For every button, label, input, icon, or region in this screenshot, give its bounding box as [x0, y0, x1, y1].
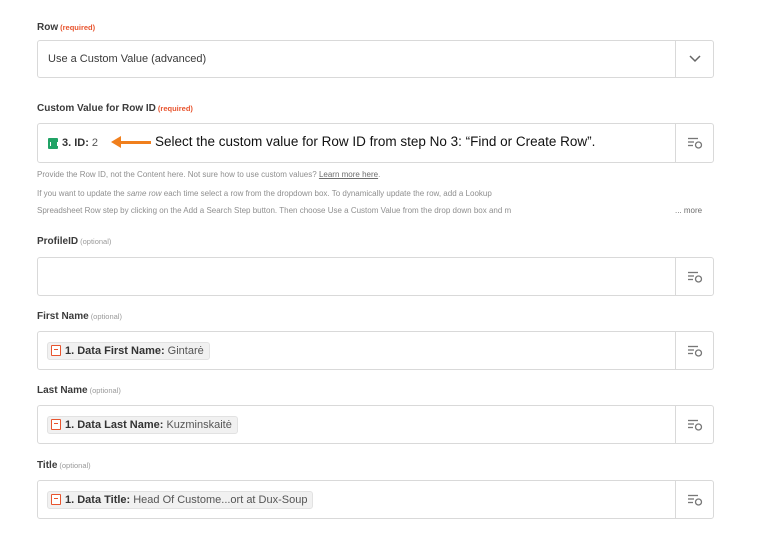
row-dropdown-toggle[interactable]: [675, 41, 713, 77]
last-name-value-pill[interactable]: 1. Data Last Name: Kuzminskaitė: [47, 415, 238, 434]
pill-value: 2: [91, 137, 99, 149]
pill-key: 1. Data Last Name:: [65, 418, 164, 431]
pill-value: Head Of Custome...ort at Dux-Soup: [133, 493, 308, 506]
insert-data-button[interactable]: [675, 332, 713, 369]
insert-data-icon: [687, 419, 702, 431]
title-input[interactable]: 1. Data Title: Head Of Custome...ort at …: [37, 480, 714, 519]
google-sheets-icon: [48, 137, 58, 149]
insert-data-button[interactable]: [675, 258, 713, 295]
profileid-label: ProfileID (optional): [37, 236, 112, 247]
first-name-label: First Name (optional): [37, 311, 122, 322]
pill-value: Gintarė: [167, 344, 204, 357]
help-text-line3: Spreadsheet Row step by clicking on the …: [37, 206, 512, 215]
dux-soup-icon: [51, 419, 61, 430]
row-select-value: Use a Custom Value (advanced): [48, 53, 207, 65]
row-label: Row (required): [37, 22, 96, 33]
insert-data-button[interactable]: [675, 124, 713, 162]
insert-data-icon: [687, 271, 702, 283]
required-tag: (required): [60, 23, 96, 32]
insert-data-button[interactable]: [675, 406, 713, 443]
required-tag: (required): [157, 104, 193, 113]
row-id-value-pill[interactable]: 3. ID: 2: [48, 135, 103, 151]
insert-data-icon: [687, 137, 702, 149]
dux-soup-icon: [51, 494, 61, 505]
chevron-down-icon: [688, 55, 701, 63]
optional-tag: (optional): [80, 237, 112, 246]
optional-tag: (optional): [90, 312, 122, 321]
profileid-input[interactable]: [37, 257, 714, 296]
first-name-input[interactable]: 1. Data First Name: Gintarė: [37, 331, 714, 370]
optional-tag: (optional): [59, 461, 91, 470]
row-select[interactable]: Use a Custom Value (advanced): [37, 40, 714, 78]
first-name-value-pill[interactable]: 1. Data First Name: Gintarė: [47, 341, 210, 360]
insert-data-icon: [687, 345, 702, 357]
pill-key: 1. Data First Name:: [65, 344, 165, 357]
title-label: Title (optional): [37, 460, 91, 471]
title-value-pill[interactable]: 1. Data Title: Head Of Custome...ort at …: [47, 490, 314, 509]
annotation-text: Select the custom value for Row ID from …: [155, 134, 596, 149]
row-id-label: Custom Value for Row ID (required): [37, 103, 193, 114]
help-text-line1: Provide the Row ID, not the Content here…: [37, 170, 381, 179]
more-link[interactable]: ... more: [672, 206, 703, 215]
optional-tag: (optional): [89, 386, 121, 395]
pill-key: 3. ID:: [62, 137, 89, 149]
learn-more-link[interactable]: Learn more here: [319, 170, 378, 179]
insert-data-icon: [687, 494, 702, 506]
insert-data-button[interactable]: [675, 481, 713, 518]
last-name-label: Last Name (optional): [37, 385, 121, 396]
annotation-callout: Select the custom value for Row ID from …: [111, 134, 595, 149]
dux-soup-icon: [51, 345, 61, 356]
last-name-input[interactable]: 1. Data Last Name: Kuzminskaitė: [37, 405, 714, 444]
pill-key: 1. Data Title:: [65, 493, 131, 506]
arrow-left-icon: [111, 135, 151, 148]
pill-value: Kuzminskaitė: [166, 418, 232, 431]
help-text-line2: If you want to update the same row each …: [37, 189, 492, 198]
